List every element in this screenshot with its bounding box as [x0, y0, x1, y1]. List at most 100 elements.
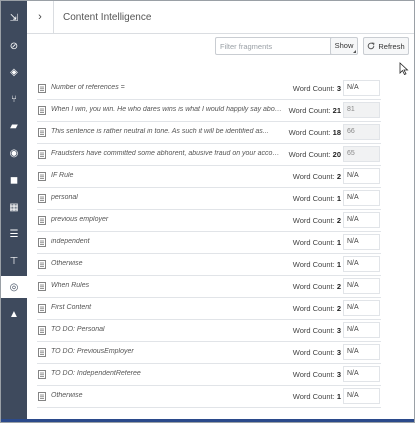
score-field: N/A	[343, 168, 380, 184]
word-count-label: Word Count:	[292, 84, 335, 93]
nav-item-binoculars[interactable]: ◼	[1, 169, 27, 191]
binoculars-icon: ◼	[9, 174, 19, 186]
word-count: Word Count: 1	[293, 392, 341, 401]
fragment-row[interactable]: TO DO: Personal Word Count: 3 N/A	[37, 320, 381, 342]
fragment-text: TO DO: IndependentReferee	[51, 370, 141, 377]
fragment-row[interactable]: personal Word Count: 1 N/A	[37, 188, 381, 210]
fragment-row[interactable]: TO DO: IndependentReferee Word Count: 3 N/…	[37, 364, 381, 386]
nav-item-palette[interactable]: ◉	[1, 142, 27, 164]
fragment-text: previous employer	[51, 216, 109, 223]
mouse-cursor-icon	[399, 62, 409, 75]
word-count: Word Count: 21	[289, 106, 341, 115]
fragment-row[interactable]: independent Word Count: 1 N/A	[37, 232, 381, 254]
fragment-text: independent	[51, 238, 90, 245]
list-icon: ☰	[9, 228, 19, 240]
palette-icon: ◉	[9, 147, 19, 159]
word-count: Word Count: 2	[293, 216, 341, 225]
score-field: 65	[343, 146, 380, 162]
document-icon	[38, 216, 46, 225]
word-count-label: Word Count:	[288, 150, 331, 159]
word-count-label: Word Count:	[292, 282, 335, 291]
fragment-row[interactable]: When Rules Word Count: 2 N/A	[37, 276, 381, 298]
panel-header: › Content Intelligence	[27, 1, 414, 34]
score-field: N/A	[343, 190, 380, 206]
fragment-row[interactable]: Fraudsters have committed some abhorent,…	[37, 144, 381, 166]
nav-item-fingerprint[interactable]: ◎	[1, 276, 27, 298]
warning-icon: ▲	[9, 308, 19, 320]
fragment-row[interactable]: IF Rule Word Count: 2 N/A	[37, 166, 381, 188]
refresh-button[interactable]: Refresh	[363, 37, 409, 55]
fragment-text: Otherwise	[51, 392, 83, 399]
nav-item-table[interactable]: ▦	[1, 196, 27, 218]
word-count-value: 1	[336, 392, 341, 401]
fragment-text: Otherwise	[51, 260, 83, 267]
word-count-label: Word Count:	[288, 128, 331, 137]
fingerprint-icon: ◎	[9, 281, 19, 293]
fragment-row[interactable]: Otherwise Word Count: 1 N/A	[37, 386, 381, 408]
document-icon	[38, 304, 46, 313]
nav-item-merge[interactable]: ⑂	[1, 88, 27, 110]
fragment-row[interactable]: TO DO: PreviousEmployer Word Count: 3 N/A	[37, 342, 381, 364]
word-count-value: 20	[332, 150, 341, 159]
nav-item-import[interactable]: ⇲	[1, 7, 27, 29]
fragment-row[interactable]: First Content Word Count: 2 N/A	[37, 298, 381, 320]
table-icon: ▦	[9, 201, 19, 213]
fragment-row[interactable]: When I win, you win. He who dares wins i…	[37, 100, 381, 122]
collapse-panel-button[interactable]: ›	[27, 1, 54, 33]
attachment-icon: ⊘	[9, 40, 19, 52]
fragment-row[interactable]: Otherwise Word Count: 1 N/A	[37, 254, 381, 276]
score-field: N/A	[343, 256, 380, 272]
word-count-value: 3	[336, 370, 341, 379]
nav-item-tag[interactable]: ▰	[1, 115, 27, 137]
nav-item-warning[interactable]: ▲	[1, 303, 27, 325]
word-count-label: Word Count:	[292, 260, 335, 269]
fragment-text: TO DO: Personal	[51, 326, 105, 333]
word-count: Word Count: 1	[293, 238, 341, 247]
document-icon	[38, 238, 46, 247]
word-count-value: 1	[336, 194, 341, 203]
word-count-label: Word Count:	[292, 304, 335, 313]
word-count-label: Word Count:	[292, 216, 335, 225]
fragment-row[interactable]: previous employer Word Count: 2 N/A	[37, 210, 381, 232]
fragment-text: IF Rule	[51, 172, 74, 179]
fragment-text: This sentence is rather neutral in tone.…	[51, 128, 269, 135]
word-count: Word Count: 1	[293, 194, 341, 203]
word-count-value: 18	[332, 128, 341, 137]
word-count-label: Word Count:	[292, 238, 335, 247]
nav-item-split[interactable]: ⊤	[1, 250, 27, 272]
word-count: Word Count: 3	[293, 84, 341, 93]
word-count-value: 2	[336, 304, 341, 313]
fragment-text: First Content	[51, 304, 92, 311]
score-field: N/A	[343, 278, 380, 294]
nav-item-layers[interactable]: ◈	[1, 61, 27, 83]
document-icon	[38, 194, 46, 203]
word-count-value: 21	[332, 106, 341, 115]
word-count: Word Count: 3	[293, 348, 341, 357]
word-count-value: 1	[336, 238, 341, 247]
score-field: N/A	[343, 80, 380, 96]
document-icon	[38, 128, 46, 137]
document-icon	[38, 260, 46, 269]
fragment-text: When I win, you win. He who dares wins i…	[51, 106, 283, 113]
document-icon	[38, 106, 46, 115]
word-count-label: Word Count:	[292, 172, 335, 181]
score-field: 81	[343, 102, 380, 118]
word-count-value: 3	[336, 326, 341, 335]
word-count-value: 3	[336, 348, 341, 357]
score-field: N/A	[343, 388, 380, 404]
score-field: N/A	[343, 300, 380, 316]
fragment-list: Number of references = Word Count: 3 N/A Wh…	[37, 78, 381, 408]
fragment-row[interactable]: This sentence is rather neutral in tone.…	[37, 122, 381, 144]
app-window: ⇲ ⊘ ◈ ⑂ ▰ ◉ ◼ ▦ ☰ ⊤ ◎ ▲ › Content Intelligence Filt…	[0, 0, 415, 423]
score-field: N/A	[343, 234, 380, 250]
score-field: N/A	[343, 212, 380, 228]
nav-item-attachment[interactable]: ⊘	[1, 35, 27, 57]
word-count-value: 3	[336, 84, 341, 93]
nav-item-list[interactable]: ☰	[1, 223, 27, 245]
show-dropdown-button[interactable]: Show	[330, 37, 358, 55]
fragment-row[interactable]: Number of references = Word Count: 3 N/A	[37, 78, 381, 100]
word-count: Word Count: 20	[289, 150, 341, 159]
word-count: Word Count: 18	[289, 128, 341, 137]
document-icon	[38, 172, 46, 181]
merge-icon: ⑂	[11, 93, 17, 105]
